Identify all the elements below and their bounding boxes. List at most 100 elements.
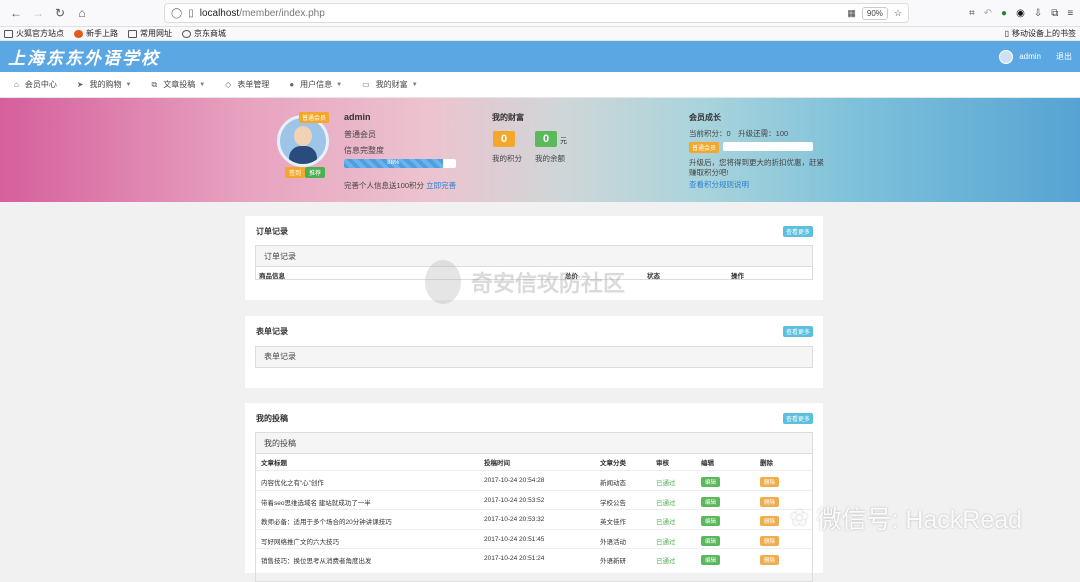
post-status: 已通过: [656, 499, 676, 507]
post-category: 外语活动: [600, 538, 626, 546]
delete-button[interactable]: 删除: [760, 555, 780, 565]
nav-member-center[interactable]: ⌂ 会员中心: [14, 79, 57, 90]
bookmark-jd[interactable]: 京东商城: [182, 28, 226, 39]
post-category: 学校公告: [600, 499, 626, 507]
download-icon[interactable]: ⇩: [1034, 8, 1042, 19]
home-icon[interactable]: ⌂: [72, 3, 92, 23]
post-time: 2017-10-24 20:53:32: [484, 516, 545, 523]
col-edit: 编辑: [701, 460, 714, 467]
site-logo[interactable]: 上海东东外语学校: [8, 44, 160, 69]
forward-icon[interactable]: →: [28, 3, 48, 23]
view-more-button[interactable]: 查看更多: [782, 413, 813, 424]
user-icon: ●: [289, 80, 295, 89]
nav-article-submit[interactable]: ⧉ 文章投稿 ▼: [152, 79, 206, 90]
table-row: 销售技巧：换位思考从消费者角度出发 2017-10-24 20:51:24 外语新研…: [256, 548, 812, 568]
balance-label[interactable]: 我的余额: [535, 153, 565, 164]
edit-button[interactable]: 编辑: [701, 477, 721, 487]
undo-icon[interactable]: ↶: [984, 8, 992, 19]
col-review: 审核: [656, 460, 669, 467]
avatar-body: [289, 146, 317, 164]
reload-icon[interactable]: ↻: [50, 3, 70, 23]
sign-in-button[interactable]: 签到: [285, 167, 306, 178]
address-bar[interactable]: ◯ ▯ localhost /member/index.php ▦ 90% ☆: [164, 3, 909, 23]
bookmark-common-sites[interactable]: 常用网址: [128, 28, 172, 39]
edit-button[interactable]: 编辑: [701, 555, 721, 565]
post-status: 已通过: [656, 519, 676, 526]
profile-level: 普通会员: [344, 130, 376, 139]
url-path: /member/index.php: [239, 7, 325, 19]
post-title[interactable]: 带着seo思维选域名 建站就成功了一半: [261, 497, 371, 507]
growth-description: 升级后，您将得到更大的折扣优惠，赶紧赚取积分吧!: [689, 158, 824, 177]
star-icon[interactable]: ☆: [894, 8, 902, 19]
delete-button[interactable]: 删除: [760, 477, 780, 487]
delete-button[interactable]: 删除: [760, 535, 780, 546]
col-category: 文章分类: [600, 460, 626, 467]
view-more-button[interactable]: 查看更多: [782, 326, 813, 337]
extension-green-icon[interactable]: ●: [1001, 8, 1007, 19]
post-status: 已通过: [656, 480, 676, 487]
post-title[interactable]: 教师必备：适用于多个场合的20分钟讲课技巧: [261, 516, 392, 526]
info-completeness-bar: 88%: [344, 159, 456, 168]
nav-user-info[interactable]: ● 用户信息 ▼: [289, 79, 342, 90]
delete-button[interactable]: 删除: [760, 496, 780, 507]
growth-title: 会员成长: [689, 113, 721, 122]
points-value: 0: [493, 131, 515, 147]
profile-name: admin: [344, 112, 371, 122]
post-time: 2017-10-24 20:51:45: [484, 535, 545, 543]
folder-icon: [4, 29, 13, 38]
posts-table-body: 内容优化之有“心”创作 2017-10-24 20:54:28 新闻动态 已通过 编辑删…: [256, 470, 812, 568]
post-title[interactable]: 写好网络推广文的六大技巧: [261, 536, 339, 546]
post-title[interactable]: 销售技巧：换位思考从消费者角度出发: [261, 555, 372, 565]
extensions-icon[interactable]: ⧉: [1051, 8, 1058, 19]
caret-down-icon: ▼: [125, 81, 132, 88]
post-status: 已通过: [656, 538, 676, 546]
post-status: 已通过: [656, 558, 676, 565]
recommend-button[interactable]: 推荐: [305, 167, 326, 178]
bookmark-mobile[interactable]: ▯ 移动设备上的书签: [1005, 28, 1076, 39]
menu-icon[interactable]: ≡: [1067, 8, 1073, 19]
view-more-button[interactable]: 查看更多: [782, 226, 813, 237]
profile-banner: 普通会员 签到 推荐 admin 普通会员 信息完整度 88% 完善个人信息送1…: [0, 98, 1080, 202]
diamond-icon: ◇: [225, 80, 232, 89]
zoom-level[interactable]: 90%: [861, 6, 888, 20]
back-icon[interactable]: ←: [6, 3, 26, 23]
bookmark-getting-started[interactable]: 新手上路: [74, 28, 118, 39]
order-table-title: 订单记录: [256, 246, 812, 267]
edit-button[interactable]: 编辑: [701, 516, 721, 526]
info-completeness-fill: 88%: [344, 159, 443, 168]
post-time: 2017-10-24 20:51:24: [484, 555, 545, 562]
caret-down-icon: ▼: [199, 81, 206, 88]
panel-title: 表单记录: [256, 327, 288, 336]
col-total-price: 总价: [565, 273, 578, 280]
edit-button[interactable]: 编辑: [701, 496, 721, 507]
balance-value: 0: [535, 131, 557, 147]
shield-icon: ◯: [171, 7, 183, 19]
folder-icon: [128, 29, 137, 38]
post-category: 新闻动态: [600, 480, 626, 487]
send-icon: ➤: [76, 80, 84, 89]
mobile-icon: ▯: [1004, 29, 1009, 38]
points-label[interactable]: 我的积分: [492, 153, 522, 164]
complete-now-link[interactable]: 立即完善: [426, 181, 456, 190]
logout-link[interactable]: 退出: [1056, 51, 1072, 62]
form-records-panel: 表单记录 查看更多 表单记录: [245, 316, 823, 388]
nav-form-manage[interactable]: ◇ 表单管理: [225, 79, 269, 90]
post-category: 外语新研: [600, 558, 626, 565]
edit-button[interactable]: 编辑: [701, 535, 721, 546]
header-username[interactable]: admin: [1019, 52, 1041, 61]
extension-dark-icon[interactable]: ◉: [1016, 8, 1025, 19]
qr-icon[interactable]: ▦: [847, 8, 856, 19]
nav-my-wealth[interactable]: ▭ 我的财富 ▼: [362, 79, 418, 90]
col-actions: 操作: [731, 273, 744, 280]
order-records-panel: 订单记录 查看更多 订单记录 商品信息 总价 状态 操作: [245, 216, 823, 300]
growth-points: 当前积分：0 升级还需：100: [689, 129, 789, 138]
crop-icon[interactable]: ⌗: [969, 8, 975, 19]
post-title[interactable]: 内容优化之有“心”创作: [261, 477, 324, 487]
order-table: 订单记录 商品信息 总价 状态 操作: [255, 245, 813, 280]
delete-button[interactable]: 删除: [760, 516, 780, 526]
bookmark-firefox-official[interactable]: 火狐官方站点: [4, 28, 64, 39]
panel-title: 订单记录: [256, 227, 288, 236]
nav-my-shopping[interactable]: ➤ 我的购物 ▼: [77, 79, 132, 90]
points-rules-link[interactable]: 查看积分规则说明: [689, 179, 749, 190]
user-avatar-small[interactable]: [999, 49, 1014, 64]
